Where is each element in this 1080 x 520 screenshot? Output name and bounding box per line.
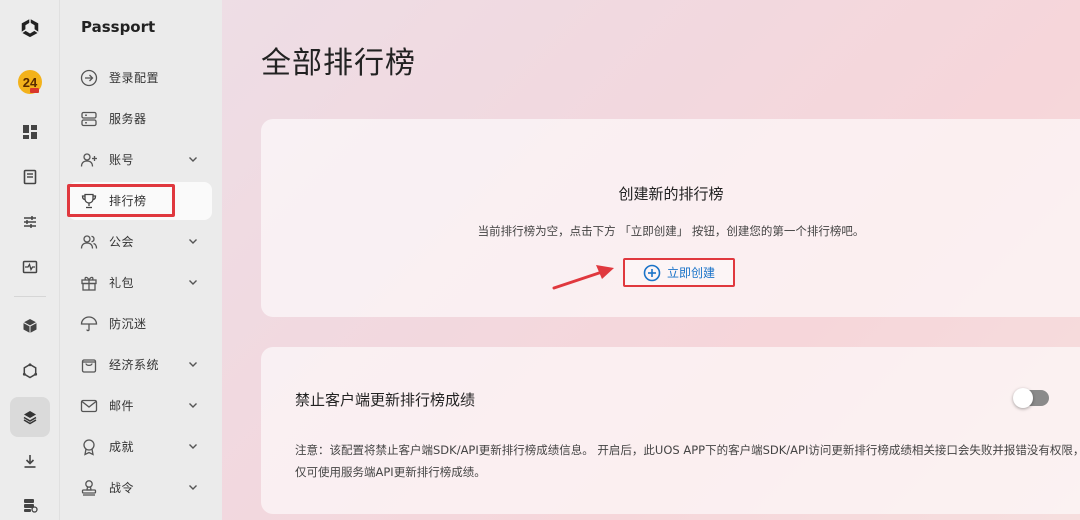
gift-icon — [81, 276, 97, 291]
monitor-pulse-icon[interactable] — [0, 247, 60, 287]
sidebar-item-server[interactable]: 服务器 — [68, 100, 212, 138]
create-now-button[interactable]: 立即创建 — [623, 258, 735, 287]
umbrella-icon — [80, 316, 98, 332]
award-icon — [83, 439, 95, 456]
page-title: 全部排行榜 — [261, 46, 416, 81]
annotation-arrow-icon — [552, 265, 614, 290]
chevron-down-icon — [189, 403, 197, 408]
arrow-right-circle-icon — [80, 69, 98, 87]
sidebar-item-label: 邮件 — [109, 399, 135, 413]
chevron-down-icon — [189, 485, 197, 490]
sidebar-item-account[interactable]: 账号 — [68, 141, 212, 179]
sidebar-item-gift-pack[interactable]: 礼包 — [68, 264, 212, 302]
client-update-setting-card: 禁止客户端更新排行榜成绩 注意：该配置将禁止客户端SDK/API更新排行榜成绩信… — [261, 347, 1080, 514]
sidebar-item-battle-pass[interactable]: 战令 — [68, 469, 212, 507]
mail-icon — [80, 399, 98, 413]
sidebar-item-label: 经济系统 — [109, 358, 160, 372]
icon-rail: 24 — [0, 0, 60, 520]
hexagon-icon[interactable] — [0, 351, 60, 391]
sidebar-item-label: 公会 — [109, 235, 135, 249]
sidebar-item-label: 成就 — [109, 440, 135, 454]
sidebar-item-label: 战令 — [109, 481, 135, 495]
sidebar-item-anti-addiction[interactable]: 防沉迷 — [68, 305, 212, 343]
sidebar-item-guild[interactable]: 公会 — [68, 223, 212, 261]
toggle-knob — [1013, 388, 1033, 408]
user-plus-icon — [80, 153, 97, 167]
shopping-bag-icon — [81, 359, 97, 373]
empty-card-description: 当前排行榜为空，点击下方 「立即创建」 按钮，创建您的第一个排行榜吧。 — [477, 224, 865, 238]
setting-title: 禁止客户端更新排行榜成绩 — [295, 391, 476, 409]
chevron-down-icon — [189, 239, 197, 244]
sidebar: Passport 登录配置 服务器 账号 排行榜 公会 礼包 防沉迷 经济系统 — [60, 0, 222, 520]
sidebar-item-label: 防沉迷 — [109, 317, 147, 331]
rail-divider — [14, 296, 46, 297]
database-settings-icon[interactable] — [0, 485, 60, 520]
layers-icon[interactable] — [10, 397, 50, 437]
sidebar-item-label: 登录配置 — [109, 71, 160, 85]
unity-logo-icon[interactable] — [0, 8, 60, 48]
annotation-highlight-box — [67, 184, 175, 217]
app-24-logo-icon[interactable]: 24 — [0, 62, 60, 102]
sidebar-item-label: 账号 — [109, 153, 135, 167]
chevron-down-icon — [189, 362, 197, 367]
download-icon[interactable] — [0, 441, 60, 481]
dashboard-icon[interactable] — [0, 112, 60, 152]
stamp-icon — [81, 480, 97, 496]
chevron-down-icon — [189, 157, 197, 162]
book-icon[interactable] — [0, 157, 60, 197]
setting-note: 注意：该配置将禁止客户端SDK/API更新排行榜成绩信息。 开启后，此UOS A… — [295, 443, 1080, 479]
server-icon — [81, 111, 97, 127]
svg-text:24: 24 — [23, 75, 38, 90]
create-now-button-label: 立即创建 — [666, 266, 715, 280]
sidebar-item-economy[interactable]: 经济系统 — [68, 346, 212, 384]
sidebar-item-label: 服务器 — [109, 112, 147, 126]
sidebar-item-login-config[interactable]: 登录配置 — [68, 59, 212, 97]
sidebar-item-achievement[interactable]: 成就 — [68, 428, 212, 466]
disable-client-update-toggle[interactable] — [1013, 388, 1049, 408]
sidebar-item-mail[interactable]: 邮件 — [68, 387, 212, 425]
sliders-icon[interactable] — [0, 202, 60, 242]
empty-leaderboard-card: 创建新的排行榜 当前排行榜为空，点击下方 「立即创建」 按钮，创建您的第一个排行… — [261, 119, 1080, 317]
package-icon[interactable] — [0, 306, 60, 346]
chevron-down-icon — [189, 444, 197, 449]
empty-card-title: 创建新的排行榜 — [618, 185, 724, 203]
users-icon — [80, 235, 98, 249]
plus-circle-icon — [643, 264, 661, 281]
sidebar-title: Passport — [81, 18, 156, 36]
sidebar-item-label: 礼包 — [109, 276, 135, 290]
chevron-down-icon — [189, 280, 197, 285]
